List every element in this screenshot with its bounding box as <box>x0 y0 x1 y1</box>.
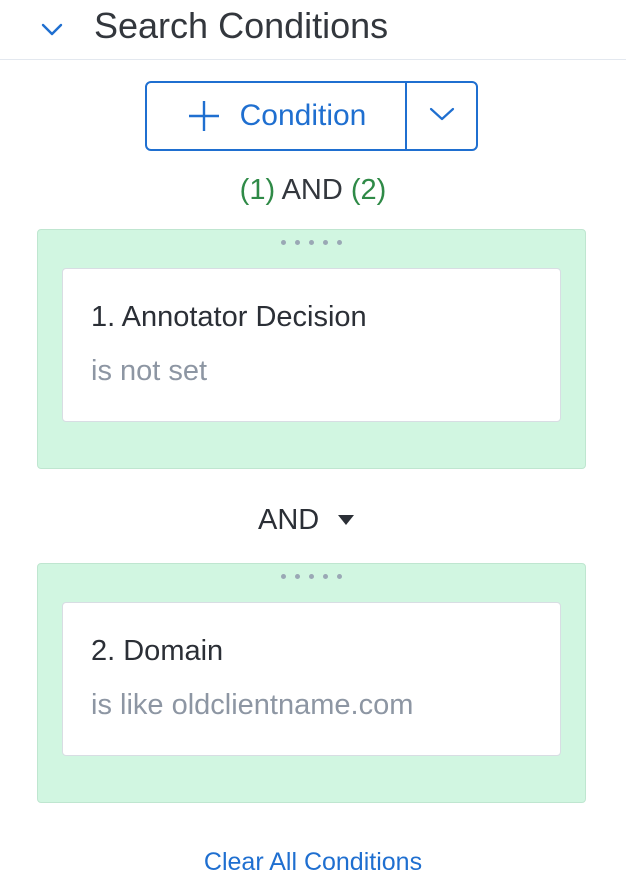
chevron-down-icon <box>429 106 455 127</box>
add-condition-group: Condition <box>145 81 478 151</box>
clear-all-conditions-link[interactable]: Clear All Conditions <box>0 848 626 877</box>
condition-card[interactable]: 1. Annotator Decision is not set <box>62 268 561 422</box>
expression-ref-1: (1) <box>239 174 276 206</box>
add-condition-label: Condition <box>239 99 367 132</box>
panel-title: Search Conditions <box>94 5 389 46</box>
operator-dropdown[interactable]: AND <box>258 500 355 540</box>
operator-label: AND <box>258 503 320 536</box>
add-condition-button[interactable]: Condition <box>147 83 405 149</box>
chevron-down-icon[interactable] <box>38 16 66 44</box>
panel-header: Search Conditions <box>0 0 626 60</box>
expression-operator: AND <box>275 174 351 206</box>
condition-description: is like oldclientname.com <box>91 689 414 721</box>
drag-handle[interactable] <box>38 574 585 586</box>
condition-group-1: 1. Annotator Decision is not set <box>37 229 586 469</box>
condition-expression: (1) AND (2) <box>0 170 626 210</box>
caret-down-icon <box>337 514 355 526</box>
condition-card[interactable]: 2. Domain is like oldclientname.com <box>62 602 561 756</box>
drag-handle[interactable] <box>38 240 585 252</box>
condition-title: 1. Annotator Decision <box>91 301 367 333</box>
condition-description: is not set <box>91 355 208 387</box>
expression-ref-2: (2) <box>350 174 387 206</box>
condition-title: 2. Domain <box>91 635 224 667</box>
add-condition-dropdown-button[interactable] <box>405 83 476 149</box>
plus-icon <box>186 98 222 134</box>
condition-group-2: 2. Domain is like oldclientname.com <box>37 563 586 803</box>
